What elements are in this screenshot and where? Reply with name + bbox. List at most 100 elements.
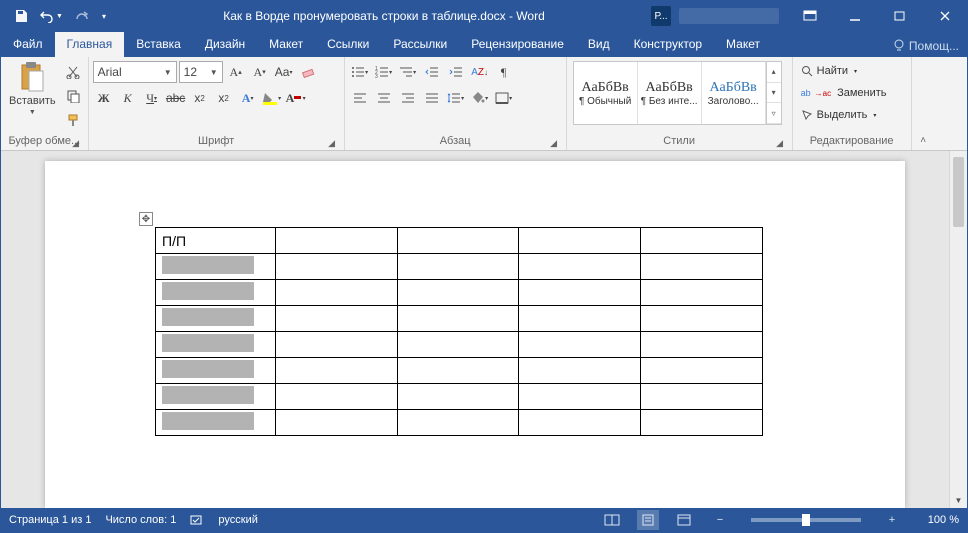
table-cell[interactable] [519,358,641,384]
table-cell[interactable] [156,410,276,436]
paste-button[interactable]: Вставить ▼ [5,59,60,118]
table-cell[interactable] [641,410,763,436]
maximize-button[interactable] [877,1,922,31]
table-cell[interactable] [275,384,397,410]
table-cell[interactable] [519,384,641,410]
table-cell[interactable]: П/П [156,228,276,254]
copy-button[interactable] [62,85,84,107]
status-proofing[interactable] [190,514,204,526]
tab-review[interactable]: Рецензирование [459,32,576,57]
select-button[interactable]: Выделить▾ [797,105,881,125]
status-word-count[interactable]: Число слов: 1 [105,514,176,526]
table-cell[interactable] [397,410,519,436]
table-cell[interactable] [519,332,641,358]
table-cell[interactable] [275,306,397,332]
table-cell[interactable] [156,358,276,384]
table-cell[interactable] [275,410,397,436]
zoom-out-button[interactable]: − [709,510,731,530]
align-left-button[interactable] [349,87,371,109]
table-cell[interactable] [275,358,397,384]
format-painter-button[interactable] [62,109,84,131]
borders-button[interactable]: ▾ [493,87,515,109]
align-right-button[interactable] [397,87,419,109]
table-cell[interactable] [397,254,519,280]
show-marks-button[interactable]: ¶ [493,61,515,83]
table-cell[interactable] [519,228,641,254]
italic-button[interactable]: К [117,87,139,109]
tab-mailings[interactable]: Рассылки [381,32,459,57]
clear-formatting-button[interactable] [297,61,319,83]
table-cell[interactable] [275,332,397,358]
shrink-font-button[interactable]: A▾ [249,61,271,83]
style-no-spacing[interactable]: АаБбВв¶ Без инте... [638,62,702,124]
styles-dialog-launcher[interactable]: ◢ [774,136,786,148]
styles-gallery[interactable]: АаБбВв¶ Обычный АаБбВв¶ Без инте... АаБб… [573,61,782,125]
table-cell[interactable] [641,358,763,384]
justify-button[interactable] [421,87,443,109]
superscript-button[interactable]: x2 [213,87,235,109]
table-cell[interactable] [156,306,276,332]
ribbon-display-button[interactable] [787,1,832,31]
find-button[interactable]: Найти▾ [797,61,861,81]
table-cell[interactable] [156,254,276,280]
redo-button[interactable] [67,4,95,28]
save-button[interactable] [7,4,35,28]
table-cell[interactable] [641,384,763,410]
table-cell[interactable] [519,254,641,280]
zoom-level[interactable]: 100 % [917,514,959,526]
zoom-slider[interactable] [751,518,861,522]
status-language[interactable]: русский [218,514,257,526]
font-name-combo[interactable]: Arial▼ [93,61,177,83]
tab-references[interactable]: Ссылки [315,32,381,57]
line-spacing-button[interactable]: ▾ [445,87,467,109]
status-page[interactable]: Страница 1 из 1 [9,514,91,526]
table-cell[interactable] [397,280,519,306]
table-cell[interactable] [519,410,641,436]
table-cell[interactable] [156,332,276,358]
decrease-indent-button[interactable] [421,61,443,83]
highlight-button[interactable]: ▾ [261,87,283,109]
table-cell[interactable] [156,280,276,306]
user-avatar[interactable]: Р... [651,6,671,26]
document-table[interactable]: П/П [155,227,763,436]
table-cell[interactable] [275,254,397,280]
subscript-button[interactable]: x2 [189,87,211,109]
text-effects-button[interactable]: A▾ [237,87,259,109]
tab-design[interactable]: Дизайн [193,32,257,57]
table-cell[interactable] [641,254,763,280]
view-web-layout[interactable] [673,510,695,530]
table-cell[interactable] [519,280,641,306]
grow-font-button[interactable]: A▴ [225,61,247,83]
zoom-in-button[interactable]: + [881,510,903,530]
view-print-layout[interactable] [637,510,659,530]
paragraph-dialog-launcher[interactable]: ◢ [548,136,560,148]
table-cell[interactable] [397,384,519,410]
underline-button[interactable]: Ч▾ [141,87,163,109]
tab-layout[interactable]: Макет [257,32,315,57]
table-cell[interactable] [397,332,519,358]
table-cell[interactable] [275,228,397,254]
clipboard-dialog-launcher[interactable]: ◢ [70,136,82,148]
numbering-button[interactable]: 123▾ [373,61,395,83]
cut-button[interactable] [62,61,84,83]
close-button[interactable] [922,1,967,31]
change-case-button[interactable]: Aa▾ [273,61,295,83]
table-cell[interactable] [641,306,763,332]
tab-view[interactable]: Вид [576,32,622,57]
table-cell[interactable] [641,280,763,306]
tab-file[interactable]: Файл [1,32,55,57]
table-cell[interactable] [641,332,763,358]
shading-button[interactable]: ▾ [469,87,491,109]
zoom-slider-thumb[interactable] [802,514,810,526]
view-read-mode[interactable] [601,510,623,530]
table-cell[interactable] [397,228,519,254]
font-color-button[interactable]: A▾ [285,87,307,109]
strikethrough-button[interactable]: abc [165,87,187,109]
increase-indent-button[interactable] [445,61,467,83]
font-size-combo[interactable]: 12▼ [179,61,223,83]
bold-button[interactable]: Ж [93,87,115,109]
tab-table-layout[interactable]: Макет [714,32,772,57]
styles-gallery-expand[interactable]: ▴▾▿ [766,62,781,124]
page-viewport[interactable]: ✥ П/П [1,151,949,508]
tab-home[interactable]: Главная [55,32,125,57]
